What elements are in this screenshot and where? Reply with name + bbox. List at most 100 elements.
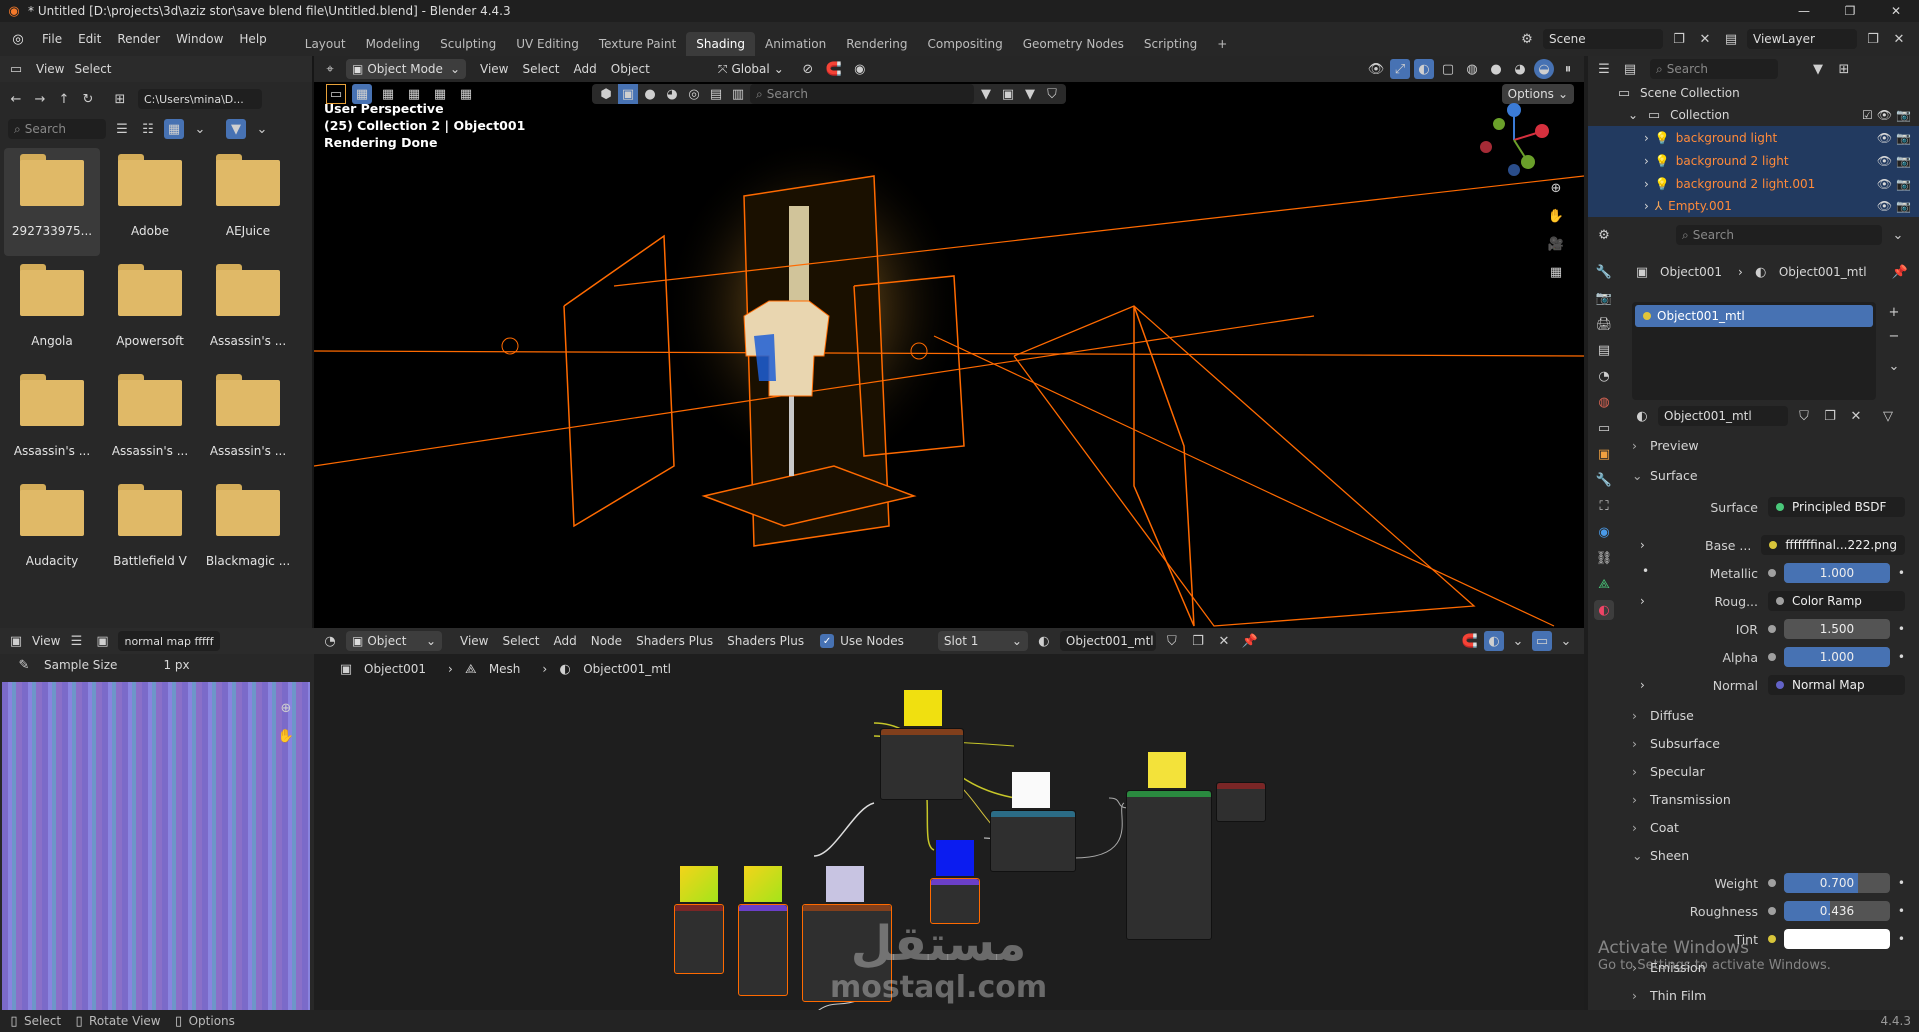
tab-rendering[interactable]: Rendering — [836, 32, 917, 56]
filter-cube-icon[interactable]: ▥ — [728, 84, 748, 104]
normal-map-image[interactable] — [2, 682, 310, 1010]
pivot-icon[interactable]: ⊘ — [798, 59, 818, 79]
tab-uv-editing[interactable]: UV Editing — [506, 32, 589, 56]
camera-icon[interactable]: 📷 — [1896, 131, 1911, 145]
section-preview[interactable]: › Preview — [1632, 434, 1699, 456]
metallic-slider[interactable]: 1.000 — [1784, 563, 1890, 583]
display-mode-icon[interactable]: ▤ — [1620, 59, 1640, 79]
eye-icon[interactable]: 👁 — [1877, 177, 1892, 191]
shield-icon[interactable]: ⛉ — [1042, 84, 1062, 104]
vp-menu-select[interactable]: Select — [522, 62, 559, 76]
outliner-item[interactable]: › 💡 background 2 light 👁 📷 — [1588, 149, 1919, 172]
alpha-slider[interactable]: 1.000 — [1784, 647, 1890, 667]
material-browse-icon[interactable]: ◐ — [1632, 406, 1652, 426]
filter-object-icon[interactable]: ▣ — [618, 84, 638, 104]
section-thin-film[interactable]: › Thin Film — [1632, 984, 1706, 1006]
folder-item[interactable]: Battlefield V — [102, 478, 198, 586]
xray-icon[interactable]: ▢ — [1438, 59, 1458, 79]
filter-light-icon[interactable]: ◕ — [662, 84, 682, 104]
refresh-icon[interactable]: ↻ — [78, 89, 98, 109]
folder-item[interactable]: Angola — [4, 258, 100, 366]
fb-menu-select[interactable]: Select — [74, 62, 111, 76]
section-sheen[interactable]: ⌄ Sheen — [1632, 844, 1689, 866]
chevron-down-icon[interactable]: ⌄ — [1628, 108, 1638, 122]
outliner-item[interactable]: › 💡 background light 👁 📷 — [1588, 126, 1919, 149]
data-tab-icon[interactable]: ⟁ — [1594, 574, 1614, 594]
eye-icon[interactable]: 👁 — [1877, 199, 1892, 213]
tab-modeling[interactable]: Modeling — [356, 32, 431, 56]
editor-type-icon[interactable]: ▭ — [6, 59, 26, 79]
scene-collection-row[interactable]: ▭ Scene Collection — [1588, 82, 1919, 104]
ortho-grid-icon[interactable]: ▦ — [1546, 262, 1566, 282]
base-color-field[interactable]: fffffffinal...222.png — [1761, 535, 1905, 555]
filter-world-icon[interactable]: ◎ — [684, 84, 704, 104]
sample-size-value[interactable]: 1 px — [163, 658, 189, 672]
filter-sphere-icon[interactable]: ● — [640, 84, 660, 104]
folder-item[interactable]: Audacity — [4, 478, 100, 586]
section-subsurface[interactable]: › Subsurface — [1632, 732, 1720, 754]
modifier-tab-icon[interactable]: 🔧 — [1594, 470, 1614, 490]
zoom-icon[interactable]: ⊕ — [1546, 178, 1566, 198]
tab-animation[interactable]: Animation — [755, 32, 836, 56]
principled-bsdf-node[interactable] — [1126, 790, 1212, 940]
pause-render-icon[interactable]: ⏸ — [1558, 59, 1578, 79]
ie-menu-view[interactable]: View — [32, 634, 60, 648]
keyframe-dot-icon[interactable]: • — [1898, 566, 1905, 580]
new-collection-icon[interactable]: ⊞ — [1834, 59, 1854, 79]
chevron-down-icon[interactable]: ⌄ — [190, 119, 210, 139]
keyframe-dot-icon[interactable]: • — [1898, 904, 1905, 918]
close-viewlayer-icon[interactable]: ✕ — [1889, 29, 1909, 49]
list-view-icon[interactable]: ☰ — [112, 119, 132, 139]
surface-shader-field[interactable]: Principled BSDF — [1768, 497, 1905, 517]
editor-type-icon[interactable]: ▣ — [6, 631, 26, 651]
collection-icon[interactable]: ▣ — [998, 84, 1018, 104]
checkbox-icon[interactable]: ☑ — [1862, 108, 1873, 122]
sheen-roughness-slider[interactable]: 0.436 — [1784, 901, 1890, 921]
thumbnail-view-icon[interactable]: ▦ — [164, 119, 184, 139]
folder-item[interactable]: Apowersoft — [102, 258, 198, 366]
editor-type-icon[interactable]: ⌖ — [320, 59, 340, 79]
overlay-icon[interactable]: ◐ — [1414, 59, 1434, 79]
material-datablock-field[interactable]: Object001_mtl — [1658, 406, 1788, 426]
pan-hand-icon[interactable]: ✋ — [276, 726, 296, 746]
chevron-right-icon[interactable]: › — [1640, 678, 1645, 692]
tab-texture-paint[interactable]: Texture Paint — [589, 32, 686, 56]
menu-edit[interactable]: Edit — [70, 32, 109, 46]
normal-input-field[interactable]: Normal Map — [1768, 675, 1905, 695]
material-slot-list[interactable]: Object001_mtl — [1632, 302, 1876, 400]
close-scene-icon[interactable]: ✕ — [1695, 29, 1715, 49]
camera-view-icon[interactable]: 🎥 — [1546, 234, 1566, 254]
scene-selector[interactable]: Scene — [1543, 29, 1663, 49]
tool-tab-icon[interactable]: 🔧 — [1594, 262, 1614, 282]
mode-dropdown[interactable]: ▣ Object Mode ⌄ — [346, 59, 466, 79]
folder-item[interactable]: Assassin's ... — [200, 258, 296, 366]
duplicate-icon[interactable]: ❐ — [1820, 406, 1840, 426]
parent-dir-icon[interactable]: ↑ — [54, 89, 74, 109]
section-coat[interactable]: › Coat — [1632, 816, 1679, 838]
viewlayer-selector[interactable]: ViewLayer — [1747, 29, 1857, 49]
rendered-shading-icon[interactable]: ◒ — [1534, 59, 1554, 79]
image-name-field[interactable]: normal map fffff — [118, 631, 221, 651]
section-diffuse[interactable]: › Diffuse — [1632, 704, 1694, 726]
sample-tool-icon[interactable]: ✎ — [14, 655, 34, 675]
pan-hand-icon[interactable]: ✋ — [1546, 206, 1566, 226]
constraints-tab-icon[interactable]: ⛓ — [1594, 548, 1614, 568]
collection-row[interactable]: ⌄ ▭ Collection ☑ 👁 📷 — [1588, 104, 1919, 126]
camera-icon[interactable]: 📷 — [1896, 199, 1911, 213]
roughness-input-field[interactable]: Color Ramp — [1768, 591, 1905, 611]
path-field[interactable]: C:\Users\mina\D... — [138, 89, 262, 109]
vp-menu-add[interactable]: Add — [574, 62, 597, 76]
mapping-node[interactable] — [738, 904, 788, 996]
orientation-dropdown[interactable]: ⤧ Global ⌄ — [712, 59, 792, 79]
editor-type-icon[interactable]: ⚙ — [1594, 225, 1614, 245]
sheen-weight-slider[interactable]: 0.700 — [1784, 873, 1890, 893]
tab-sculpting[interactable]: Sculpting — [430, 32, 506, 56]
keyframe-dot-icon[interactable]: • — [1898, 622, 1905, 636]
folder-item[interactable]: AEJuice — [200, 148, 296, 256]
fake-user-shield-icon[interactable]: ⛉ — [1794, 406, 1814, 426]
columns-view-icon[interactable]: ☷ — [138, 119, 158, 139]
fb-menu-view[interactable]: View — [36, 62, 64, 76]
outliner-item[interactable]: › 💡 background 2 light.001 👁 📷 — [1588, 172, 1919, 195]
filter-icon[interactable]: ▼ — [226, 119, 246, 139]
vp-menu-view[interactable]: View — [480, 62, 508, 76]
